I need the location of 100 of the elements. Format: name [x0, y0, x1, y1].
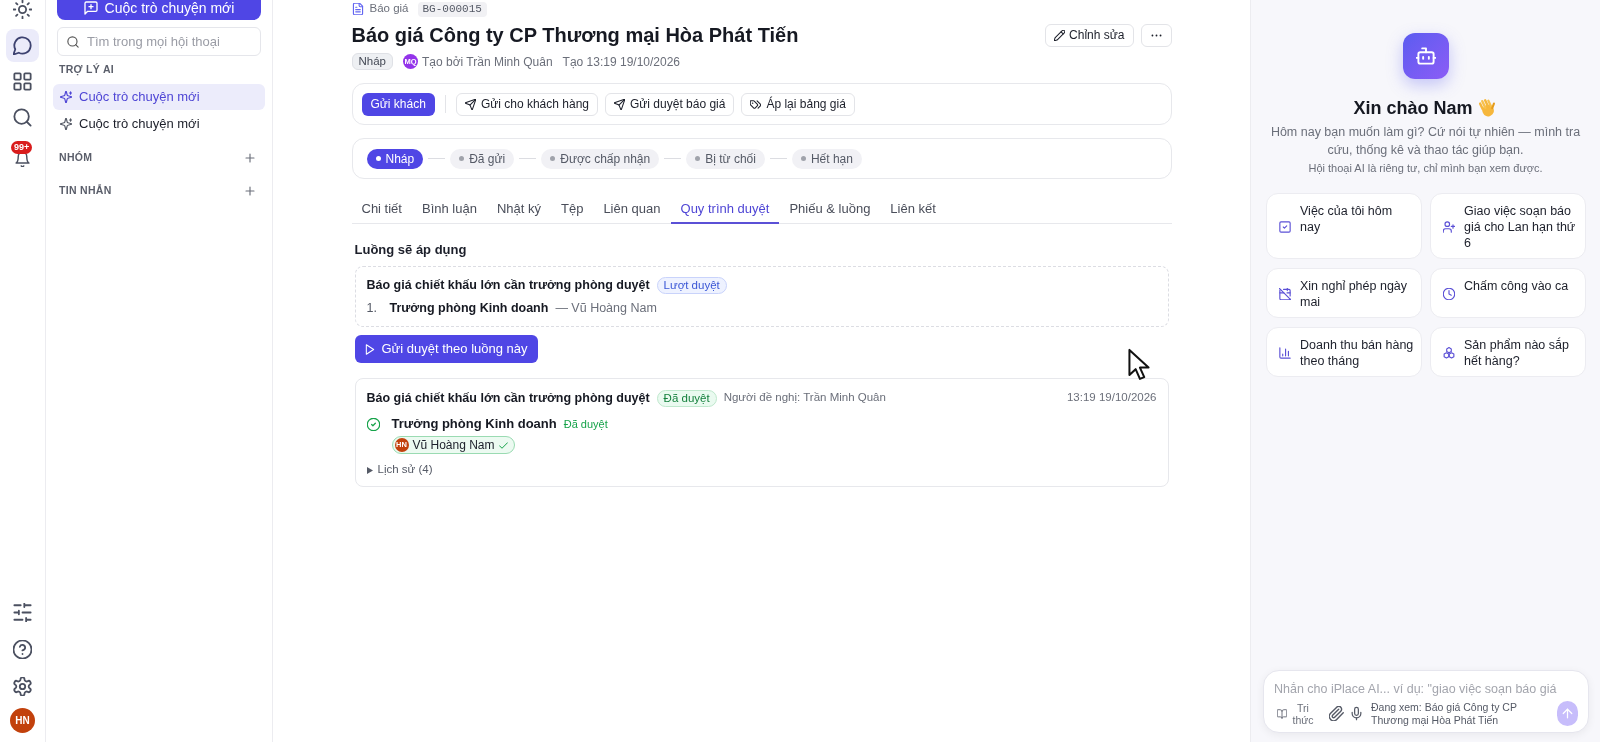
clock-icon	[1443, 288, 1455, 300]
approval-name: Báo giá chiết khấu lớn cần trưởng phòng duyệt	[366, 389, 650, 407]
tab[interactable]: Liên kết	[880, 196, 946, 224]
intro-text: Hôm nay bạn muốn làm gì? Cứ nói tự nhiên — mình tra cứu, thống kê và thao tác giúp bạn.	[1269, 124, 1582, 159]
message-composer[interactable]: Nhắn cho iPlace AI... ví dụ: "giao việc soạn báo giá Tri thức Đang xem: Báo giá Công ty CP Thương mại Hòa Phát Tiến	[1263, 670, 1589, 733]
settings-icon	[13, 677, 32, 696]
suggestion-card[interactable]: Xin nghỉ phép ngày mai	[1266, 268, 1422, 318]
plus-icon	[244, 152, 256, 164]
tab[interactable]: Phiếu & luồng	[779, 196, 881, 224]
notifications-button[interactable]: 99+	[6, 137, 39, 170]
bar-chart-icon	[1279, 347, 1291, 359]
book-icon	[1277, 708, 1287, 719]
send-button[interactable]: Gửi cho khách hàng	[455, 92, 598, 116]
bell-icon	[15, 152, 30, 167]
add-button[interactable]	[244, 152, 256, 164]
submit-approval-button[interactable]: Gửi duyệt theo luồng này	[354, 335, 538, 363]
suggestion-card[interactable]: Việc của tôi hôm nay	[1266, 193, 1422, 259]
pencil-icon	[1054, 29, 1066, 41]
status-step[interactable]: Đã gửi	[450, 148, 515, 169]
sun-icon	[13, 0, 32, 19]
calendar-off-icon	[1279, 288, 1291, 300]
new-chat-button[interactable]: Cuộc trò chuyện mới	[57, 0, 261, 20]
conversation-item[interactable]: Cuộc trò chuyện mới	[53, 111, 265, 137]
microphone-icon	[1349, 706, 1363, 721]
status-badge: Nháp	[351, 53, 393, 70]
step-role: Trưởng phòng Kinh doanh	[391, 415, 557, 434]
sliders-icon	[13, 603, 32, 622]
send-button[interactable]: Gửi duyệt báo giá	[605, 92, 735, 116]
search-field[interactable]: Tìm trong mọi hội thoại	[57, 27, 261, 56]
tab[interactable]: Bình luận	[411, 196, 487, 224]
approver-name: Vũ Hoàng Nam	[412, 437, 495, 454]
suggestion-card[interactable]: Giao việc soạn báo giá cho Lan hạn thứ 6	[1430, 193, 1586, 259]
send-icon	[464, 98, 476, 110]
search-icon	[67, 35, 79, 48]
document-icon	[351, 3, 364, 15]
edit-button[interactable]: Chỉnh sửa	[1045, 23, 1134, 47]
send-icon	[614, 98, 625, 110]
grid-icon	[13, 72, 32, 91]
robot-icon	[1415, 46, 1436, 66]
chat-icon	[13, 36, 32, 55]
step-status: Đã duyệt	[563, 416, 608, 432]
history-toggle[interactable]: Lịch sử (4)	[366, 463, 433, 477]
tab[interactable]: Tệp	[551, 196, 594, 224]
chat-button[interactable]	[6, 29, 39, 62]
page-title: Báo giá Công ty CP Thương mại Hòa Phát Tiến	[351, 23, 799, 47]
paperclip-icon	[1328, 706, 1344, 721]
play-icon	[364, 343, 375, 355]
notification-badge: 99+	[11, 141, 33, 154]
sparkle-icon	[60, 91, 72, 103]
author-text: Tạo bởi Trần Minh Quân	[422, 53, 553, 71]
send-customer-button[interactable]: Gửi khách	[361, 92, 435, 116]
microphone-button[interactable]	[1349, 705, 1363, 722]
approval-status-badge: Đã duyệt	[656, 389, 717, 407]
chat-plus-icon	[83, 1, 98, 15]
square-check-icon	[1279, 221, 1291, 233]
knowledge-button[interactable]: Tri thức	[1277, 701, 1315, 726]
search-icon	[13, 108, 32, 127]
tab[interactable]: Quy trình duyệt	[670, 196, 780, 224]
greeting-title: Xin chào Nam	[1353, 96, 1473, 120]
user-plus-icon	[1443, 221, 1455, 233]
help-icon	[13, 640, 32, 659]
status-step[interactable]: Bị từ chối	[686, 148, 765, 169]
user-avatar[interactable]: HN	[10, 708, 35, 733]
flow-name: Báo giá chiết khấu lớn cần trưởng phòng duyệt	[366, 276, 650, 294]
suggestion-card[interactable]: Chấm công vào ca	[1430, 268, 1586, 318]
step-role: Trưởng phòng Kinh doanh	[389, 299, 549, 317]
tags-icon	[750, 98, 762, 110]
sparkle-icon	[60, 118, 72, 130]
suggestion-card[interactable]: Doanh thu bán hàng theo tháng	[1266, 327, 1422, 377]
status-step[interactable]: Nháp	[366, 148, 424, 169]
approval-time: 13:19 19/10/2026	[1066, 390, 1157, 406]
conversation-item[interactable]: Cuộc trò chuyện mới	[53, 84, 265, 110]
section-heading: Luồng sẽ áp dụng	[354, 243, 468, 257]
status-step[interactable]: Được chấp nhận	[541, 148, 660, 169]
step-assignee: — Vũ Hoàng Nam	[555, 299, 657, 317]
more-icon	[1150, 33, 1162, 37]
apply-price-button[interactable]: Áp lại bảng giá	[741, 92, 855, 116]
boxes-icon	[1443, 347, 1455, 359]
breadcrumb-text: Báo giá	[369, 1, 409, 17]
section-title: NHÓM	[59, 150, 93, 166]
tab[interactable]: Liên quan	[593, 196, 671, 224]
search-input[interactable]: Tìm trong mọi hội thoại	[87, 31, 251, 52]
section-title: TIN NHẮN	[59, 183, 112, 199]
privacy-note: Hội thoại AI là riêng tư, chỉ mình bạn xem được.	[1307, 161, 1544, 176]
flow-type-badge: Lượt duyệt	[656, 276, 727, 294]
context-text: Đang xem: Báo giá Công ty CP Thương mại Hòa Phát Tiến	[1371, 700, 1518, 727]
message-input[interactable]: Nhắn cho iPlace AI... ví dụ: "giao việc soạn báo giá	[1274, 678, 1578, 700]
add-button[interactable]	[244, 185, 256, 197]
step-number: 1.	[366, 299, 378, 317]
plus-icon	[244, 185, 256, 197]
suggestion-card[interactable]: Sản phẩm nào sắp hết hàng?	[1430, 327, 1586, 377]
requester-text: Người đề nghị: Trần Minh Quân	[723, 390, 886, 406]
created-date: Tạo 13:19 19/10/2026	[562, 53, 681, 71]
tab[interactable]: Chi tiết	[351, 196, 412, 224]
attach-button[interactable]	[1328, 705, 1344, 722]
section-title: TRỢ LÝ AI	[59, 62, 114, 78]
status-step[interactable]: Hết hạn	[791, 148, 862, 169]
record-code: BG-000015	[417, 1, 487, 17]
tab[interactable]: Nhật ký	[486, 196, 551, 224]
waving-hand-icon	[1477, 98, 1498, 118]
